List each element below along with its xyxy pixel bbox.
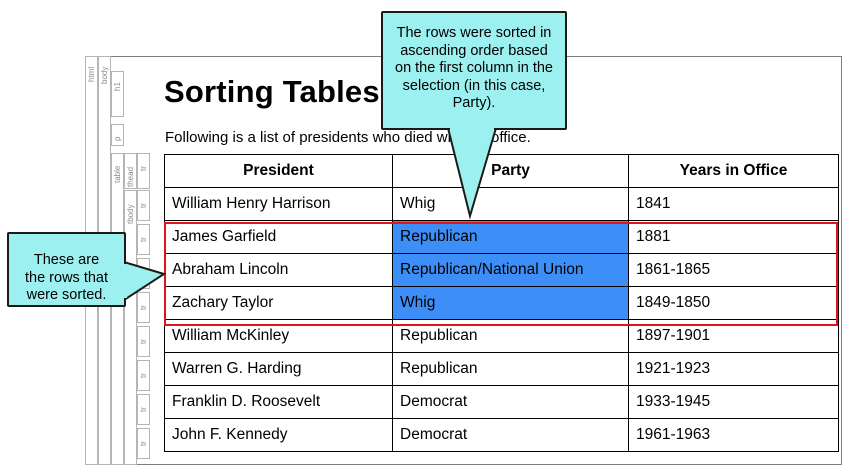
left-callout-pointer	[123, 260, 167, 302]
left-callout-seam	[121, 264, 127, 298]
callout-sorted-rows: These are the rows that were sorted.	[7, 232, 126, 307]
top-callout-seam	[450, 125, 494, 130]
callout-sort-explanation: The rows were sorted in ascending order …	[381, 11, 567, 130]
top-callout-pointer	[446, 127, 498, 220]
